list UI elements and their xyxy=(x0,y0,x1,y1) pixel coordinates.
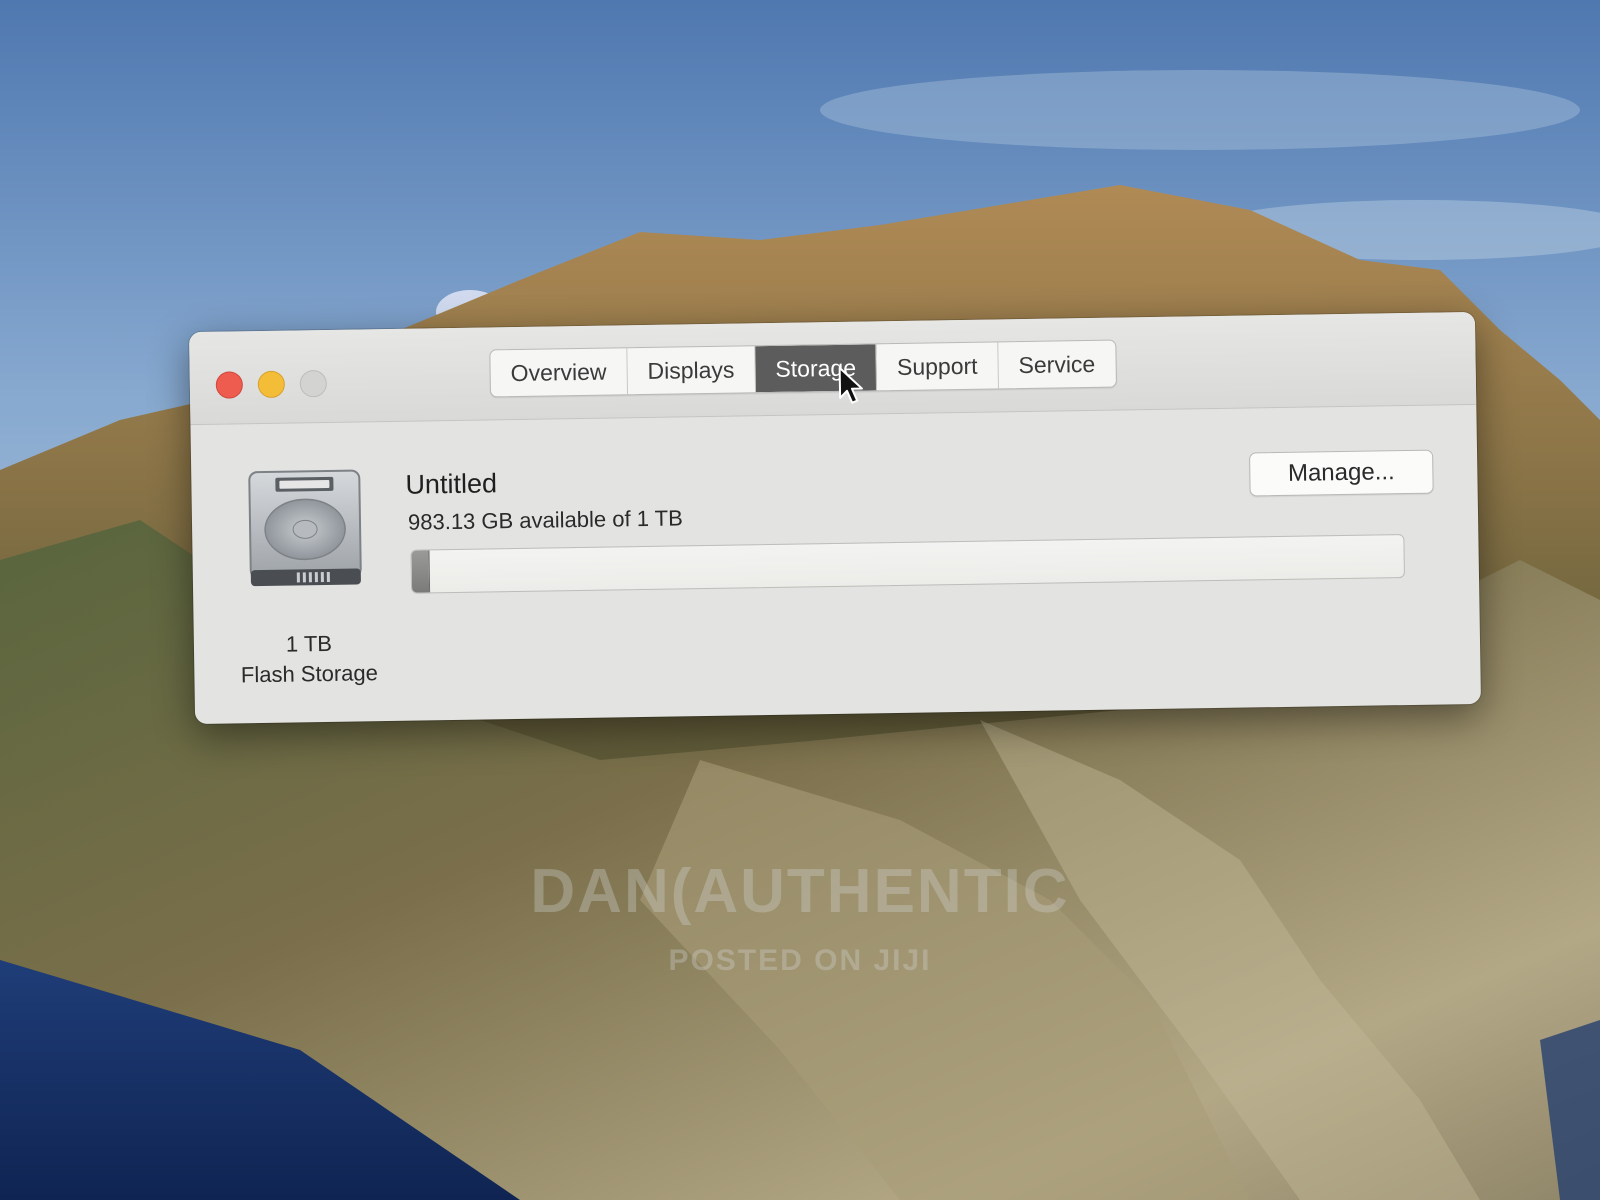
disk-type: Flash Storage xyxy=(240,660,379,688)
tab-service[interactable]: Service xyxy=(998,341,1115,389)
zoom-button xyxy=(299,369,328,398)
about-this-mac-window: Overview Displays Storage Support Servic… xyxy=(189,311,1481,725)
tab-overview[interactable]: Overview xyxy=(490,348,628,397)
manage-button[interactable]: Manage... xyxy=(1249,449,1434,497)
minimize-button[interactable] xyxy=(257,370,286,399)
tab-bar: Overview Displays Storage Support Servic… xyxy=(489,339,1117,398)
storage-usage-bar xyxy=(410,534,1406,594)
storage-used-segment xyxy=(411,550,430,593)
volume-availability: 983.13 GB available of 1 TB xyxy=(407,505,683,535)
hard-drive-icon xyxy=(248,469,362,587)
disk-capacity: 1 TB xyxy=(285,630,333,657)
tab-displays[interactable]: Displays xyxy=(627,346,756,395)
desktop-background: DAN(AUTHENTIC POSTED ON JIJI Overview Di… xyxy=(0,0,1600,1200)
close-button[interactable] xyxy=(215,371,244,399)
mouse-pointer-icon xyxy=(838,366,863,404)
volume-name: Untitled xyxy=(405,468,498,500)
disk-description: 1 TB Flash Storage xyxy=(214,628,405,691)
storage-panel: 1 TB Flash Storage Untitled 983.13 GB av… xyxy=(190,405,1481,724)
tab-support[interactable]: Support xyxy=(876,342,999,391)
